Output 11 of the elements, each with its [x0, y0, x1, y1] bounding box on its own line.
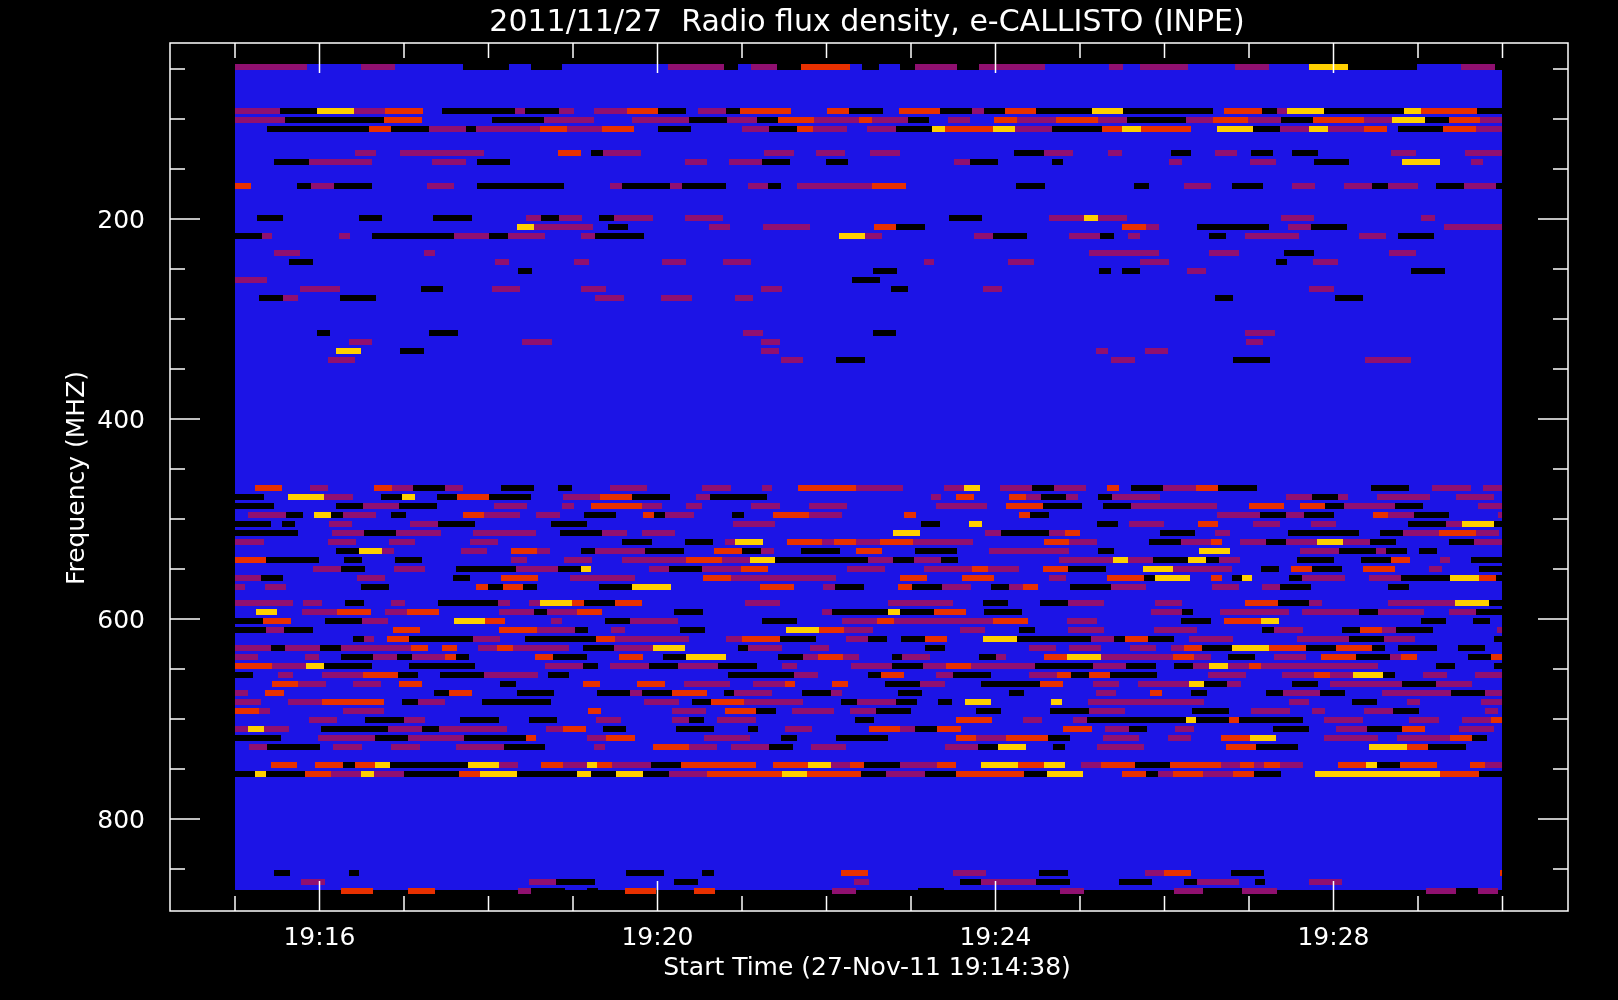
- x-tick-label: 19:28: [1297, 922, 1370, 951]
- y-tick-label: 400: [97, 405, 145, 434]
- y-tick-label: 600: [97, 605, 145, 634]
- chart-title: 2011/11/27 Radio flux density, e-CALLISTO (INPE): [489, 3, 1245, 38]
- x-tick-label: 19:16: [283, 922, 356, 951]
- y-tick-label: 800: [97, 805, 145, 834]
- y-tick-label: 200: [97, 205, 145, 234]
- x-axis-label: Start Time (27-Nov-11 19:14:38): [663, 952, 1071, 981]
- x-tick-label: 19:24: [959, 922, 1032, 951]
- x-tick-label: 19:20: [621, 922, 694, 951]
- y-axis-label: Frequency (MHZ): [61, 370, 90, 586]
